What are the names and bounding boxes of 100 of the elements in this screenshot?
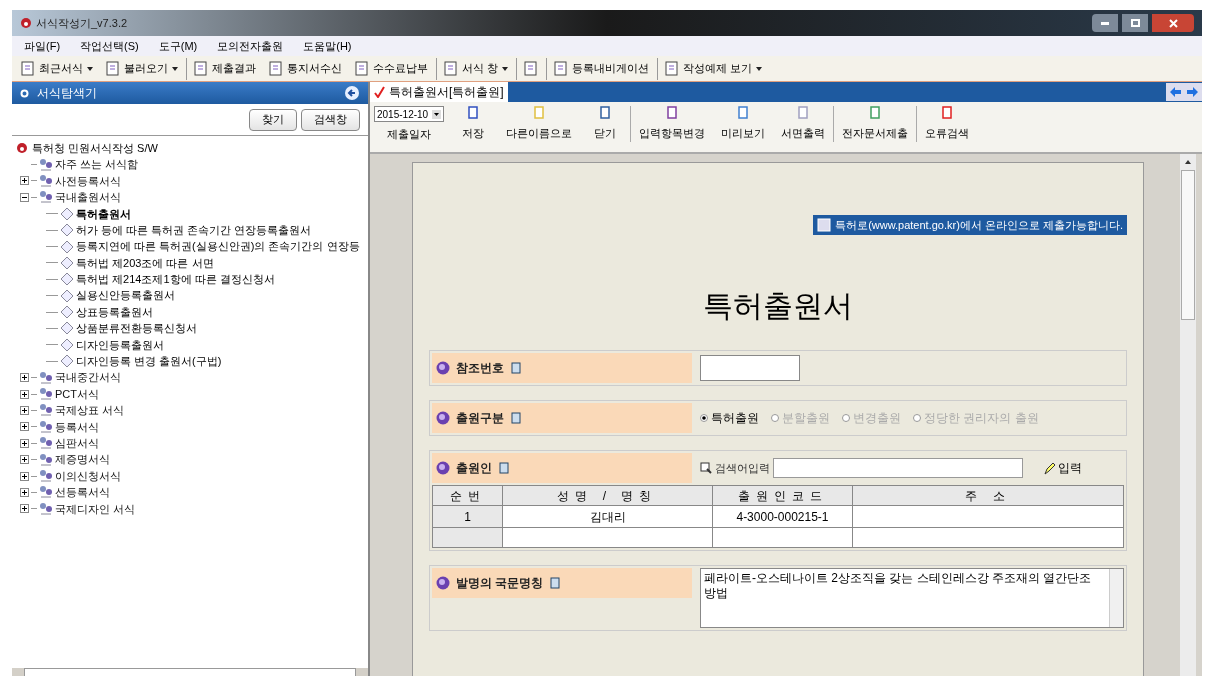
- document-icon: [354, 61, 369, 76]
- toolbar-button[interactable]: 다른이름으로: [498, 106, 580, 142]
- search-button[interactable]: 찾기: [249, 108, 297, 131]
- diamond-icon: [60, 272, 74, 287]
- tree-item[interactable]: 사전등록서식: [16, 172, 368, 190]
- tree-item[interactable]: 디자인등록출원서: [16, 336, 368, 354]
- expand-icon[interactable]: [20, 405, 29, 415]
- expand-icon[interactable]: [20, 176, 29, 186]
- tree-item[interactable]: 특허법 제214조제1항에 따른 결정신청서: [16, 271, 368, 288]
- toolbar-button[interactable]: 작성예제 보기: [657, 57, 767, 80]
- window-title: 서식작성기_v7.3.2: [36, 15, 128, 31]
- tree-item[interactable]: 특허법 제203조에 따른 서면: [16, 254, 368, 272]
- people-icon: [39, 485, 53, 500]
- tree-item[interactable]: 국내중간서식: [16, 369, 368, 386]
- tree-item[interactable]: 허가 등에 따른 특허권 존속기간 연장등록출원서: [16, 221, 368, 239]
- document-icon: [598, 106, 612, 119]
- menu-item[interactable]: 파일(F): [20, 37, 65, 55]
- left-arrow-button[interactable]: [1166, 83, 1184, 101]
- tree-item[interactable]: 상표등록출원서: [16, 303, 368, 321]
- document-icon: [796, 106, 810, 119]
- expand-icon[interactable]: [20, 389, 29, 399]
- tree-item[interactable]: 심판서식: [16, 435, 368, 452]
- search-field[interactable]: [773, 458, 1023, 478]
- toolbar-button[interactable]: 오류검색: [916, 106, 977, 142]
- toolbar-button[interactable]: 최근서식: [16, 57, 97, 80]
- expand-icon[interactable]: [20, 471, 29, 481]
- expand-icon[interactable]: [20, 455, 29, 465]
- tree-item[interactable]: 자주 쓰는 서식함: [16, 156, 368, 173]
- column-header: 성명 / 명칭: [502, 485, 713, 506]
- diamond-icon: [60, 321, 74, 336]
- note-icon: [510, 362, 522, 374]
- toolbar-button[interactable]: 통지서수신: [264, 57, 346, 80]
- tree-item[interactable]: PCT서식: [16, 385, 368, 403]
- expand-icon[interactable]: [20, 438, 29, 448]
- diamond-icon: [60, 239, 74, 254]
- menu-item[interactable]: 도움말(H): [299, 37, 356, 55]
- people-icon: [39, 190, 53, 205]
- tree-item[interactable]: 등록서식: [16, 418, 368, 436]
- caret-icon[interactable]: [756, 66, 763, 71]
- toolbar-button[interactable]: 서식 창: [436, 57, 513, 80]
- scrollbar[interactable]: [1180, 154, 1196, 676]
- circle-icon: [20, 88, 29, 98]
- toolbar-button[interactable]: 서면출력: [773, 106, 833, 142]
- expand-icon[interactable]: [20, 487, 29, 497]
- expand-icon[interactable]: [20, 504, 29, 514]
- caret-icon[interactable]: [172, 66, 178, 71]
- toolbar-button[interactable]: 제출결과: [186, 57, 260, 80]
- tree-item[interactable]: 이의신청서식: [16, 467, 368, 485]
- menu-item[interactable]: 모의전자출원: [213, 37, 288, 55]
- input-button[interactable]: 입력: [1043, 459, 1082, 477]
- tree-item[interactable]: 실용신안등록출원서: [16, 287, 368, 304]
- menu-item[interactable]: 도구(M): [154, 37, 202, 55]
- tree-item[interactable]: 국내출원서식: [16, 189, 368, 206]
- minimize-icon: [1101, 21, 1109, 25]
- right-arrow-button[interactable]: [1184, 83, 1202, 101]
- maximize-icon: [1130, 19, 1140, 27]
- people-icon: [39, 469, 53, 483]
- collapse-icon[interactable]: [20, 192, 29, 202]
- radio-option[interactable]: 특허출원: [700, 409, 759, 427]
- input-field[interactable]: [24, 668, 356, 676]
- expand-icon[interactable]: [20, 422, 29, 432]
- scroll-thumb[interactable]: [1181, 170, 1195, 320]
- tree-item[interactable]: 상품분류전환등록신청서: [16, 320, 368, 337]
- toolbar-button[interactable]: 저장: [448, 106, 498, 142]
- document-tab[interactable]: 특허출원서[특허출원]: [370, 82, 508, 102]
- caret-icon[interactable]: [502, 66, 509, 71]
- document-icon: [664, 61, 680, 76]
- toolbar-button[interactable]: 미리보기: [713, 106, 773, 142]
- diamond-icon: [60, 288, 74, 303]
- column-header: 출원인코드: [712, 485, 853, 506]
- table-cell: 김대리: [502, 505, 713, 528]
- tree-item[interactable]: 디자인등록 변경 출원서(구법): [16, 353, 368, 370]
- document-icon: [736, 106, 750, 119]
- menu-item[interactable]: 작업선택(S): [76, 37, 143, 55]
- toolbar-button[interactable]: 불러오기: [101, 57, 182, 80]
- field-label-background: 참조번호: [432, 353, 692, 383]
- input-field[interactable]: [700, 355, 800, 381]
- tree-item[interactable]: 선등록서식: [16, 484, 368, 501]
- tree-item[interactable]: 등록지연에 따른 특허권(실용신안권)의 존속기간의 연장등: [16, 238, 368, 255]
- maximize-button[interactable]: [1122, 14, 1148, 32]
- toolbar-button[interactable]: 등록내비게이션: [546, 57, 654, 80]
- date-dropdown[interactable]: 2015-12-10: [374, 106, 444, 122]
- scrollbar[interactable]: [1109, 569, 1123, 627]
- tree-item[interactable]: 국제디자인 서식: [16, 500, 368, 517]
- tree-item[interactable]: 국제상표 서식: [16, 402, 368, 419]
- toolbar-button[interactable]: 수수료납부: [350, 57, 432, 80]
- tree-item[interactable]: 특허청 민원서식작성 S/W: [16, 140, 368, 157]
- minimize-button[interactable]: [1092, 14, 1118, 32]
- people-icon: [39, 436, 53, 451]
- expand-icon[interactable]: [20, 373, 29, 383]
- toolbar-button[interactable]: 전자문서제출: [833, 106, 916, 142]
- tree-item[interactable]: 특허출원서: [16, 205, 368, 222]
- toolbar-button[interactable]: 입력항목변경: [630, 106, 713, 142]
- toolbar-button[interactable]: 닫기: [580, 106, 630, 142]
- close-button[interactable]: [1152, 14, 1194, 32]
- search-button[interactable]: 검색창: [301, 108, 360, 131]
- caret-icon[interactable]: [87, 66, 93, 71]
- bullet-icon: [436, 411, 450, 425]
- tree-item[interactable]: 제증명서식: [16, 451, 368, 468]
- app-logo-icon: [16, 142, 28, 155]
